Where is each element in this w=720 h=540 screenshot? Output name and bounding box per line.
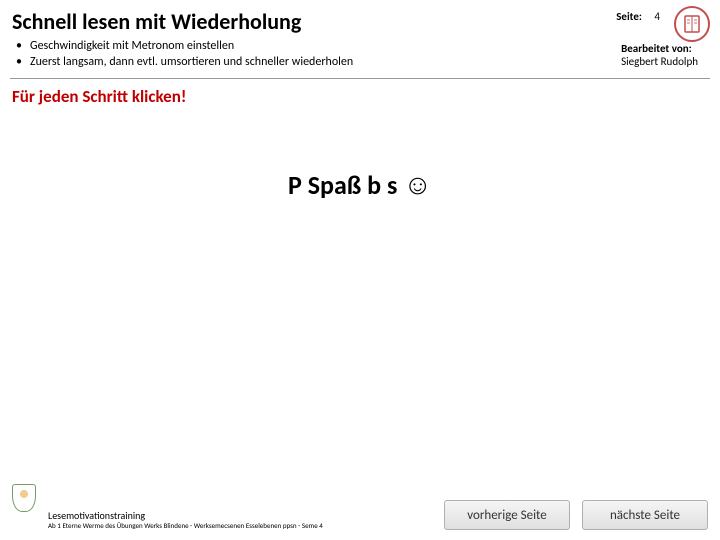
footer-caption-title: Lesemotivationstraining: [48, 510, 323, 521]
bullet-text: Zuerst langsam, dann evtl. umsortieren u…: [30, 55, 353, 71]
previous-page-button[interactable]: vorherige Seite: [444, 500, 570, 530]
smiley-icon: ☺: [403, 171, 432, 199]
list-item: • Geschwindigkeit mit Metronom einstelle…: [16, 39, 708, 55]
click-hint: Für jeden Schritt klicken!: [12, 86, 186, 107]
shield-icon: [12, 484, 36, 512]
bullet-text: Geschwindigkeit mit Metronom einstellen: [30, 39, 234, 55]
book-icon: [680, 12, 704, 36]
page-title: Schnell lesen mit Wiederholung: [12, 8, 708, 35]
slide: Schnell lesen mit Wiederholung • Geschwi…: [0, 0, 720, 540]
header-logo-icon: [674, 6, 710, 42]
bullet-icon: •: [16, 55, 30, 71]
overlay-text-main: P Spaß b s ☺: [288, 169, 432, 201]
header-divider: [10, 78, 710, 79]
author-label: Bearbeitet von:: [621, 42, 698, 55]
overlay-text-value: P Spaß b s: [288, 169, 397, 201]
page-value: 4: [654, 10, 660, 23]
center-content: P Spaß b s ☺: [0, 175, 720, 201]
footer-caption: Lesemotivationstraining Ab 1 Eterne Werm…: [48, 510, 323, 530]
footer-logo: [12, 484, 36, 512]
author-block: Bearbeitet von: Siegbert Rudolph: [621, 42, 698, 68]
bullet-icon: •: [16, 39, 30, 55]
bullet-list: • Geschwindigkeit mit Metronom einstelle…: [16, 39, 708, 70]
next-page-button[interactable]: nächste Seite: [582, 500, 708, 530]
author-name: Siegbert Rudolph: [621, 55, 698, 68]
page-label: Seite:: [616, 10, 642, 23]
footer-caption-path: Ab 1 Eterne Werme des Übungen Werks Blin…: [48, 522, 323, 530]
page-number: Seite: 4: [616, 10, 660, 23]
list-item: • Zuerst langsam, dann evtl. umsortieren…: [16, 55, 708, 71]
